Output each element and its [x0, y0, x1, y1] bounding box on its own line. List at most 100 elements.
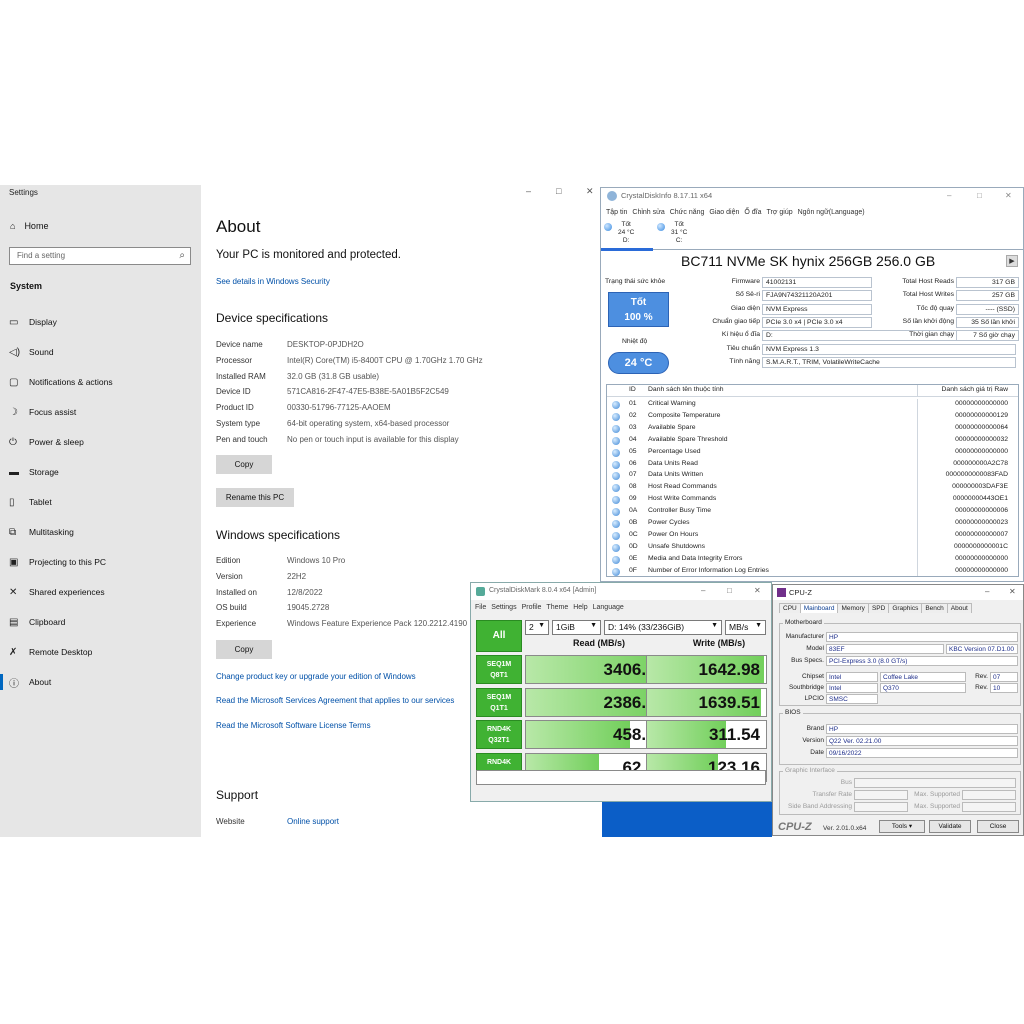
- cdi-close-button[interactable]: ✕: [1005, 191, 1012, 200]
- rename-pc-button[interactable]: Rename this PC: [216, 488, 294, 507]
- motherboard-title: Motherboard: [783, 619, 824, 626]
- drive-tab-d[interactable]: Tốt 24 °C D:: [604, 221, 652, 249]
- tab-memory[interactable]: Memory: [837, 603, 869, 613]
- table-row[interactable]: 0E Media and Data Integrity Errors 0000000…: [607, 553, 1018, 566]
- gi-sideband-max-label: Max. Supported: [914, 803, 960, 810]
- cdi-menu-item[interactable]: Chỉnh sửa: [632, 209, 664, 216]
- table-row[interactable]: 0B Power Cycles 00000000000023: [607, 518, 1018, 530]
- test-button[interactable]: SEQ1M Q8T1: [476, 655, 522, 684]
- drive-tab-c[interactable]: Tốt 31 °C C:: [657, 221, 705, 249]
- sidebar-item-display[interactable]: ▭ Display: [9, 311, 199, 333]
- minimize-button[interactable]: –: [526, 186, 531, 196]
- cdm-menu-item[interactable]: Help: [573, 604, 587, 611]
- sidebar-item-notifications-actions[interactable]: ▢ Notifications & actions: [9, 371, 199, 393]
- southbridge-vendor: Intel: [826, 683, 878, 693]
- sidebar-item-shared-experiences[interactable]: ✕ Shared experiences: [9, 581, 199, 603]
- sidebar-item-power-sleep[interactable]: ⏻ Power & sleep: [9, 431, 199, 453]
- cdm-menu-item[interactable]: Settings: [491, 604, 516, 611]
- table-row[interactable]: 03 Available Spare 00000000000064: [607, 422, 1018, 435]
- cdm-menu-item[interactable]: File: [475, 604, 486, 611]
- cdi-menu-item[interactable]: Ngôn ngữ(Language): [798, 209, 865, 216]
- sidebar-item-projecting-to-this-pc[interactable]: ▣ Projecting to this PC: [9, 551, 199, 573]
- cdm-close-button[interactable]: ✕: [754, 586, 761, 595]
- tab-spd[interactable]: SPD: [867, 603, 890, 613]
- count-select[interactable]: 2 ▼: [525, 620, 549, 635]
- tab-about[interactable]: About: [946, 603, 972, 613]
- test-queue: Q32T1: [488, 737, 510, 744]
- cdi-maximize-button[interactable]: □: [977, 191, 982, 200]
- table-row[interactable]: 07 Data Units Written 0000000000083FAD: [607, 470, 1018, 483]
- sidebar-item-tablet[interactable]: ▯ Tablet: [9, 491, 199, 513]
- spec-value: DESKTOP-0PJDH2O: [287, 340, 364, 349]
- attribute-raw-value: 00000000000007: [955, 530, 1008, 538]
- license-terms-link[interactable]: Read the Microsoft Software License Term…: [216, 721, 371, 730]
- smart-attribute-table[interactable]: ID Danh sách tên thuộc tính Danh sách gi…: [606, 384, 1019, 577]
- tab-graphics[interactable]: Graphics: [888, 603, 923, 613]
- cdm-maximize-button[interactable]: □: [727, 586, 732, 595]
- comment-input[interactable]: [476, 770, 766, 785]
- spec-label: Pen and touch: [216, 434, 268, 444]
- table-row[interactable]: 08 Host Read Commands 000000003DAF3E: [607, 482, 1018, 495]
- close-button[interactable]: ✕: [586, 186, 594, 197]
- cdi-menu-item[interactable]: Trợ giúp: [766, 209, 792, 216]
- close-cpuz-button[interactable]: Close: [977, 820, 1019, 833]
- southbridge-label: Southbridge: [788, 684, 824, 691]
- cdi-menu-item[interactable]: Tập tin: [606, 209, 627, 216]
- test-button[interactable]: SEQ1M Q1T1: [476, 687, 522, 717]
- sidebar-item-remote-desktop[interactable]: ✗ Remote Desktop: [9, 641, 199, 663]
- write-result: 311.54: [646, 720, 767, 749]
- validate-button[interactable]: Validate: [929, 820, 971, 833]
- tab-bench[interactable]: Bench: [921, 603, 948, 613]
- cdi-menu-item[interactable]: Giao diện: [709, 209, 739, 216]
- search-input[interactable]: Find a setting ⌕: [9, 247, 191, 265]
- cdi-minimize-button[interactable]: –: [947, 191, 951, 200]
- settings-app-title: Settings: [9, 188, 38, 197]
- run-all-button[interactable]: All: [476, 620, 522, 652]
- tools-button[interactable]: Tools ▾: [879, 820, 925, 833]
- disk-stat-label: Tốc độ quay: [916, 304, 954, 312]
- column-divider: [917, 565, 918, 576]
- home-nav[interactable]: ⌂ Home: [10, 221, 48, 231]
- next-drive-button[interactable]: ▶: [1006, 255, 1018, 267]
- cdm-menu-item[interactable]: Profile: [522, 604, 542, 611]
- size-select[interactable]: 1GiB ▼: [552, 620, 601, 635]
- cpuz-titlebar: CPU-Z – ✕: [773, 585, 1023, 600]
- table-row[interactable]: 0F Number of Error Information Log Entrie…: [607, 565, 1018, 576]
- copy-device-button[interactable]: Copy: [216, 455, 272, 474]
- sidebar-item-about[interactable]: ⓘ About: [0, 671, 199, 693]
- drive-select[interactable]: D: 14% (33/236GiB) ▼: [604, 620, 722, 635]
- table-row[interactable]: 04 Available Spare Threshold 0000000000003…: [607, 434, 1018, 447]
- table-row[interactable]: 0D Unsafe Shutdowns 0000000000001C: [607, 541, 1018, 554]
- online-support-link[interactable]: Online support: [287, 817, 339, 826]
- tab-cpu[interactable]: CPU: [779, 603, 801, 613]
- sidebar-item-storage[interactable]: ▬ Storage: [9, 461, 199, 483]
- spec-row: System type 64-bit operating system, x64-…: [216, 419, 449, 428]
- copy-windows-button[interactable]: Copy: [216, 640, 272, 659]
- protection-text: Your PC is monitored and protected.: [216, 249, 401, 261]
- table-row[interactable]: 02 Composite Temperature 00000000000129: [607, 410, 1018, 423]
- sidebar-item-sound[interactable]: ◁) Sound: [9, 341, 199, 363]
- sidebar-item-multitasking[interactable]: ⧉ Multitasking: [9, 521, 199, 543]
- sidebar-item-clipboard[interactable]: ▤ Clipboard: [9, 611, 199, 633]
- table-row[interactable]: 05 Percentage Used 00000000000000: [607, 446, 1018, 459]
- cdm-menu-item[interactable]: Theme: [546, 604, 568, 611]
- change-product-key-link[interactable]: Change product key or upgrade your editi…: [216, 672, 416, 681]
- table-row[interactable]: 01 Critical Warning 00000000000000: [607, 399, 1018, 411]
- cdm-minimize-button[interactable]: –: [701, 586, 705, 595]
- table-row[interactable]: 0A Controller Busy Time 00000000000006: [607, 506, 1018, 519]
- table-row[interactable]: 06 Data Units Read 000000000A2C78: [607, 458, 1018, 471]
- cpuz-minimize-button[interactable]: –: [985, 587, 989, 596]
- maximize-button[interactable]: □: [556, 186, 561, 196]
- cdm-menu-item[interactable]: Language: [593, 604, 624, 611]
- test-button[interactable]: RND4K Q32T1: [476, 720, 522, 749]
- table-row[interactable]: 0C Power On Hours 00000000000007: [607, 529, 1018, 542]
- tab-mainboard[interactable]: Mainboard: [799, 603, 839, 613]
- unit-select[interactable]: MB/s ▼: [725, 620, 766, 635]
- sidebar-item-focus-assist[interactable]: ☽ Focus assist: [9, 401, 199, 423]
- table-row[interactable]: 09 Host Write Commands 00000000443OE1: [607, 494, 1018, 507]
- security-link[interactable]: See details in Windows Security: [216, 277, 330, 286]
- cpuz-close-button[interactable]: ✕: [1009, 587, 1016, 596]
- cdi-menu-item[interactable]: Ổ đĩa: [744, 209, 761, 216]
- cdi-menu-item[interactable]: Chức năng: [670, 209, 705, 216]
- services-agreement-link[interactable]: Read the Microsoft Services Agreement th…: [216, 696, 454, 705]
